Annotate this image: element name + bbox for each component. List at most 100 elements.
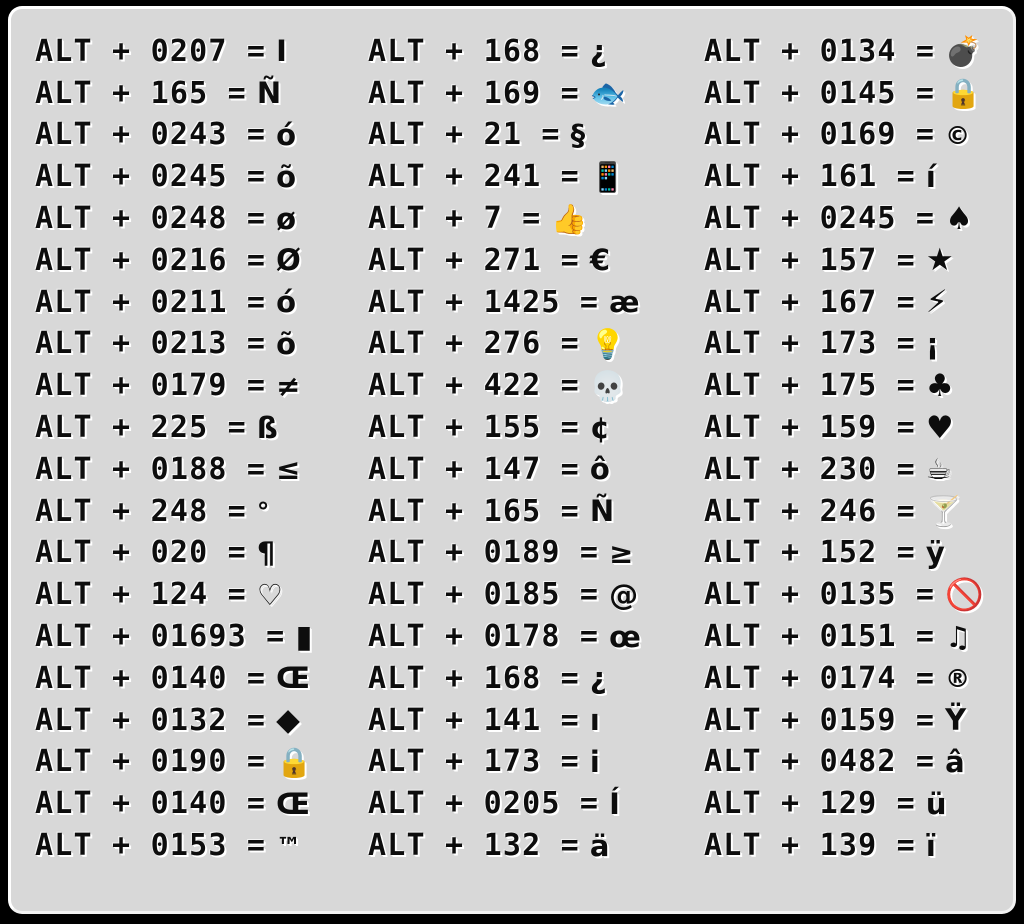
alt-code-row: ALT + 129 = ü	[704, 783, 1013, 825]
alt-code-row: ALT + 0207 = I	[35, 31, 352, 73]
light-bulb-icon: 💡	[589, 326, 626, 361]
skull-icon: 💀	[589, 368, 626, 403]
alt-code-label: ALT + 152 =	[704, 535, 916, 571]
alt-code-row: ALT + 0245 = õ	[35, 156, 352, 198]
latin-small-o-stroke: ø	[276, 201, 297, 236]
alt-code-label: ALT + 21 =	[368, 117, 561, 153]
cent-sign: ¢	[589, 410, 611, 445]
latin-small-a-circumflex: â	[945, 744, 965, 779]
alt-code-row: ALT + 225 = ß	[35, 407, 352, 449]
at-sign-spiral: @	[609, 577, 639, 612]
pilcrow-sign: ¶	[256, 535, 276, 570]
alt-code-row: ALT + 7 = 👍	[368, 198, 692, 240]
alt-code-row: ALT + 0140 = Œ	[35, 658, 352, 700]
section-sign: §	[570, 117, 586, 152]
alt-code-row: ALT + 248 = °	[35, 491, 352, 533]
alt-code-label: ALT + 276 =	[368, 326, 580, 362]
alt-code-label: ALT + 0188 =	[35, 451, 267, 487]
alt-code-row: ALT + 0140 = Œ	[35, 783, 352, 825]
alt-code-label: ALT + 225 =	[35, 410, 247, 446]
black-club-suit: ♣	[925, 367, 954, 404]
chart-panel: ALT + 0207 = I ALT + 165 = Ñ ALT + 0243 = ó AL…	[8, 6, 1016, 914]
alt-code-label: ALT + 147 =	[368, 451, 580, 487]
lock-icon: 🔒	[945, 76, 982, 111]
latin-capital-n-tilde: Ñ	[589, 494, 615, 529]
alt-code-label: ALT + 161 =	[704, 159, 916, 195]
alt-code-row: ALT + 0153 = ™	[35, 825, 352, 867]
alt-code-label: ALT + 0185 =	[368, 577, 600, 613]
alt-code-row: ALT + 0216 = Ø	[35, 240, 352, 282]
latin-small-sharp-s: ß	[256, 410, 278, 445]
alt-code-row: ALT + 0245 = ♠	[704, 198, 1013, 240]
alt-code-column-2: ALT + 168 = ¿ ALT + 169 = 🐟 ALT + 21 = § ALT +…	[352, 31, 692, 911]
white-heart: ♡	[256, 577, 283, 612]
latin-capital-ligature-oe: Œ	[276, 786, 310, 821]
alt-code-label: ALT + 0134 =	[704, 33, 936, 69]
alt-code-label: ALT + 0245 =	[35, 159, 267, 195]
black-heart-suit: ♥	[925, 409, 954, 446]
alt-code-row: ALT + 141 = ı	[368, 700, 692, 742]
alt-code-row: ALT + 0179 = ≠	[35, 365, 352, 407]
no-entry-icon: 🚫	[945, 576, 984, 613]
alt-code-label: ALT + 0169 =	[704, 117, 936, 153]
alt-code-row: ALT + 0159 = Ÿ	[704, 700, 1013, 742]
latin-small-i: i	[589, 744, 600, 779]
alt-code-row: ALT + 169 = 🐟	[368, 73, 692, 115]
copyright-sign: ©	[945, 120, 971, 150]
alt-code-label: ALT + 0151 =	[704, 619, 936, 655]
latin-small-o-acute: ó	[276, 285, 297, 320]
latin-small-o-breve: õ	[276, 326, 297, 361]
alt-code-label: ALT + 1425 =	[368, 284, 600, 320]
alt-code-label: ALT + 165 =	[35, 75, 247, 111]
hot-beverage-icon: ☕	[925, 452, 952, 487]
latin-small-a-diaeresis: ä	[589, 828, 610, 863]
latin-small-o-acute: ó	[276, 117, 297, 152]
alt-code-column-1: ALT + 0207 = I ALT + 165 = Ñ ALT + 0243 = ó AL…	[11, 31, 352, 911]
latin-capital-i: I	[276, 34, 287, 69]
alt-code-label: ALT + 0205 =	[368, 786, 600, 822]
alt-code-row: ALT + 165 = Ñ	[35, 73, 352, 115]
cocktail-glass-icon: 🍸	[925, 494, 962, 529]
alt-code-row: ALT + 173 = ¡	[704, 324, 1013, 366]
alt-code-row: ALT + 165 = Ñ	[368, 491, 692, 533]
alt-code-row: ALT + 155 = ¢	[368, 407, 692, 449]
alt-code-row: ALT + 168 = ¿	[368, 31, 692, 73]
registered-sign: ®	[945, 664, 971, 694]
alt-code-row: ALT + 132 = ä	[368, 825, 692, 867]
alt-code-row: ALT + 0188 = ≤	[35, 449, 352, 491]
latin-capital-i-acute: Í	[609, 786, 620, 821]
latin-capital-n-tilde: Ñ	[256, 76, 282, 111]
alt-code-label: ALT + 7 =	[368, 201, 542, 237]
alt-code-row: ALT + 168 = ¿	[368, 658, 692, 700]
alt-code-row: ALT + 0169 = ©	[704, 115, 1013, 157]
alt-code-row: ALT + 0213 = õ	[35, 324, 352, 366]
alt-code-label: ALT + 241 =	[368, 159, 580, 195]
alt-code-label: ALT + 173 =	[368, 744, 580, 780]
latin-small-o-circumflex: ô	[589, 452, 610, 487]
alt-code-label: ALT + 173 =	[704, 326, 916, 362]
alt-code-label: ALT + 0140 =	[35, 660, 267, 696]
alt-code-row: ALT + 157 = ★	[704, 240, 1013, 282]
latin-small-y-diaeresis: ÿ	[925, 535, 945, 570]
alt-code-label: ALT + 0243 =	[35, 117, 267, 153]
alt-code-label: ALT + 175 =	[704, 368, 916, 404]
alt-code-row: ALT + 161 = í	[704, 156, 1013, 198]
alt-code-label: ALT + 0153 =	[35, 828, 267, 864]
alt-code-label: ALT + 139 =	[704, 828, 916, 864]
alt-code-row: ALT + 0174 = ®	[704, 658, 1013, 700]
thumbs-up-icon: 👍	[551, 201, 588, 236]
alt-code-label: ALT + 157 =	[704, 242, 916, 278]
degree-sign: °	[256, 497, 270, 527]
latin-capital-y-diaeresis: Ÿ	[945, 703, 967, 738]
alt-code-row: ALT + 147 = ô	[368, 449, 692, 491]
alt-code-row: ALT + 0248 = ø	[35, 198, 352, 240]
alt-code-label: ALT + 155 =	[368, 410, 580, 446]
alt-code-label: ALT + 01693 =	[35, 619, 286, 655]
alt-code-label: ALT + 141 =	[368, 702, 580, 738]
alt-code-row: ALT + 422 = 💀	[368, 365, 692, 407]
alt-code-row: ALT + 0482 = â	[704, 742, 1013, 784]
latin-small-dotless-i: ı	[589, 703, 600, 738]
alt-code-label: ALT + 0140 =	[35, 786, 267, 822]
alt-code-label: ALT + 0189 =	[368, 535, 600, 571]
beamed-eighth-notes: ♫	[945, 619, 972, 654]
